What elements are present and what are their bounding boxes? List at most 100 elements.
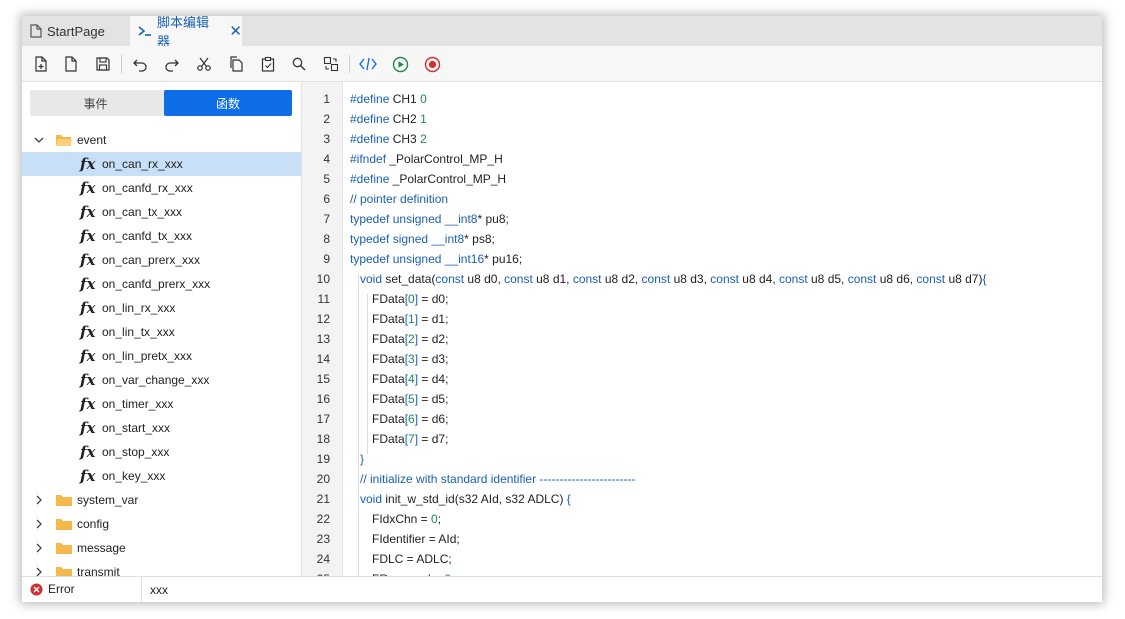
tree-item-function[interactable]: fx on_can_tx_xxx [22,200,301,224]
function-icon: fx [80,275,96,293]
tree-item-function[interactable]: fx on_can_rx_xxx [22,152,301,176]
stop-icon[interactable] [422,54,442,74]
line-number: 7 [323,212,330,226]
code-line[interactable]: } [360,452,364,466]
chevron-right-icon[interactable] [33,566,45,576]
line-number: 23 [316,532,330,546]
function-icon: fx [80,371,96,389]
redo-icon[interactable] [162,54,182,74]
code-line[interactable]: typedef unsigned __int8* pu8; [350,212,509,226]
terminal-icon [138,25,152,37]
tree-folder-message[interactable]: message [22,536,301,560]
code-line[interactable]: void init_w_std_id(s32 AId, s32 ADLC) { [360,492,571,506]
chevron-right-icon[interactable] [33,518,45,530]
code-line[interactable]: FData[6] = d6; [372,412,448,426]
function-icon: fx [80,203,96,221]
code-line[interactable]: #define CH1 0 [350,92,427,106]
code-line[interactable]: #define CH2 1 [350,112,427,126]
script-editor-window: StartPage 脚本编辑器 ✕ 事件 函数 event fx on_can_… [22,16,1102,602]
folder-icon [55,517,73,531]
code-line[interactable]: #define CH3 2 [350,132,427,146]
tree-item-function[interactable]: fx on_lin_tx_xxx [22,320,301,344]
tree-item-label: on_timer_xxx [102,397,174,411]
function-icon: fx [80,467,96,485]
tree-folder-config[interactable]: config [22,512,301,536]
code-line[interactable]: #ifndef _PolarControl_MP_H [350,152,503,166]
replace-icon[interactable] [321,54,341,74]
close-icon[interactable]: ✕ [229,24,242,39]
error-label: Error [48,582,75,596]
tree-folder-system-var[interactable]: system_var [22,488,301,512]
line-number: 17 [316,412,330,426]
file-icon[interactable] [61,54,81,74]
code-line[interactable]: // initialize with standard identifier -… [360,472,635,486]
line-number: 10 [316,272,330,286]
line-number: 5 [323,172,330,186]
function-icon: fx [80,395,96,413]
chevron-right-icon[interactable] [33,542,45,554]
tab-script-editor[interactable]: 脚本编辑器 ✕ [130,16,242,49]
tree-item-function[interactable]: fx on_canfd_rx_xxx [22,176,301,200]
tree-folder-transmit[interactable]: transmit [22,560,301,576]
chevron-right-icon[interactable] [33,494,45,506]
code-line[interactable]: FData[5] = d5; [372,392,448,406]
code-line[interactable]: FIdentifier = AId; [372,532,460,546]
cut-icon[interactable] [194,54,214,74]
code-line[interactable]: // pointer definition [350,192,448,206]
tab-startpage[interactable]: StartPage [22,16,130,46]
panel-segment-control: 事件 函数 [30,90,292,116]
tree-folder-event[interactable]: event [22,128,301,152]
error-indicator[interactable]: Error [30,582,75,596]
line-number: 11 [317,292,330,306]
undo-icon[interactable] [130,54,150,74]
function-icon: fx [80,443,96,461]
code-editor[interactable]: 1 2 3 4 5 6 7 8 9 10 11 12 13 14 15 16 1… [302,82,1102,576]
code-line[interactable]: FDLC = ADLC; [372,552,452,566]
tree-item-function[interactable]: fx on_can_prerx_xxx [22,248,301,272]
function-icon: fx [80,155,96,173]
copy-icon[interactable] [226,54,246,74]
tree-item-function[interactable]: fx on_canfd_tx_xxx [22,224,301,248]
error-icon [30,583,43,596]
code-line[interactable]: FData[3] = d3; [372,352,448,366]
code-line[interactable]: typedef unsigned __int16* pu16; [350,252,522,266]
search-icon[interactable] [289,54,309,74]
code-icon[interactable] [358,54,378,74]
save-icon[interactable] [93,54,113,74]
tree-item-function[interactable]: fx on_timer_xxx [22,392,301,416]
tab-functions[interactable]: 函数 [164,90,292,116]
tree-item-function[interactable]: fx on_start_xxx [22,416,301,440]
paste-icon[interactable] [258,54,278,74]
tree-item-function[interactable]: fx on_lin_rx_xxx [22,296,301,320]
indent-guide [367,294,368,454]
code-line[interactable]: #define _PolarControl_MP_H [350,172,506,186]
tree-item-function[interactable]: fx on_var_change_xxx [22,368,301,392]
line-number: 18 [316,432,330,446]
run-icon[interactable] [390,54,410,74]
code-line[interactable]: typedef signed __int8* ps8; [350,232,495,246]
code-line[interactable]: void set_data(const u8 d0, const u8 d1, … [360,272,986,286]
code-line[interactable]: FIdxChn = 0; [372,512,441,526]
tree-item-function[interactable]: fx on_stop_xxx [22,440,301,464]
tree-item-function[interactable]: fx on_key_xxx [22,464,301,488]
function-icon: fx [80,179,96,197]
line-number: 22 [316,512,330,526]
tree-item-label: on_canfd_prerx_xxx [102,277,211,291]
code-line[interactable]: FData[2] = d2; [372,332,448,346]
line-number: 12 [316,312,330,326]
code-line[interactable]: FData[7] = d7; [372,432,448,446]
tree-item-label: on_canfd_rx_xxx [102,181,193,195]
chevron-down-icon[interactable] [33,134,45,146]
tree-item-function[interactable]: fx on_canfd_prerx_xxx [22,272,301,296]
code-line[interactable]: FData[1] = d1; [372,312,448,326]
line-number: 21 [316,492,330,506]
folder-icon [55,541,73,555]
code-line[interactable]: FData[0] = d0; [372,292,448,306]
status-divider [141,577,142,602]
tab-events[interactable]: 事件 [30,90,161,116]
new-file-icon[interactable] [31,54,51,74]
code-line[interactable]: FData[4] = d4; [372,372,448,386]
tree-item-function[interactable]: fx on_lin_pretx_xxx [22,344,301,368]
status-bar: Error xxx [22,576,1102,602]
line-number: 8 [323,232,330,246]
